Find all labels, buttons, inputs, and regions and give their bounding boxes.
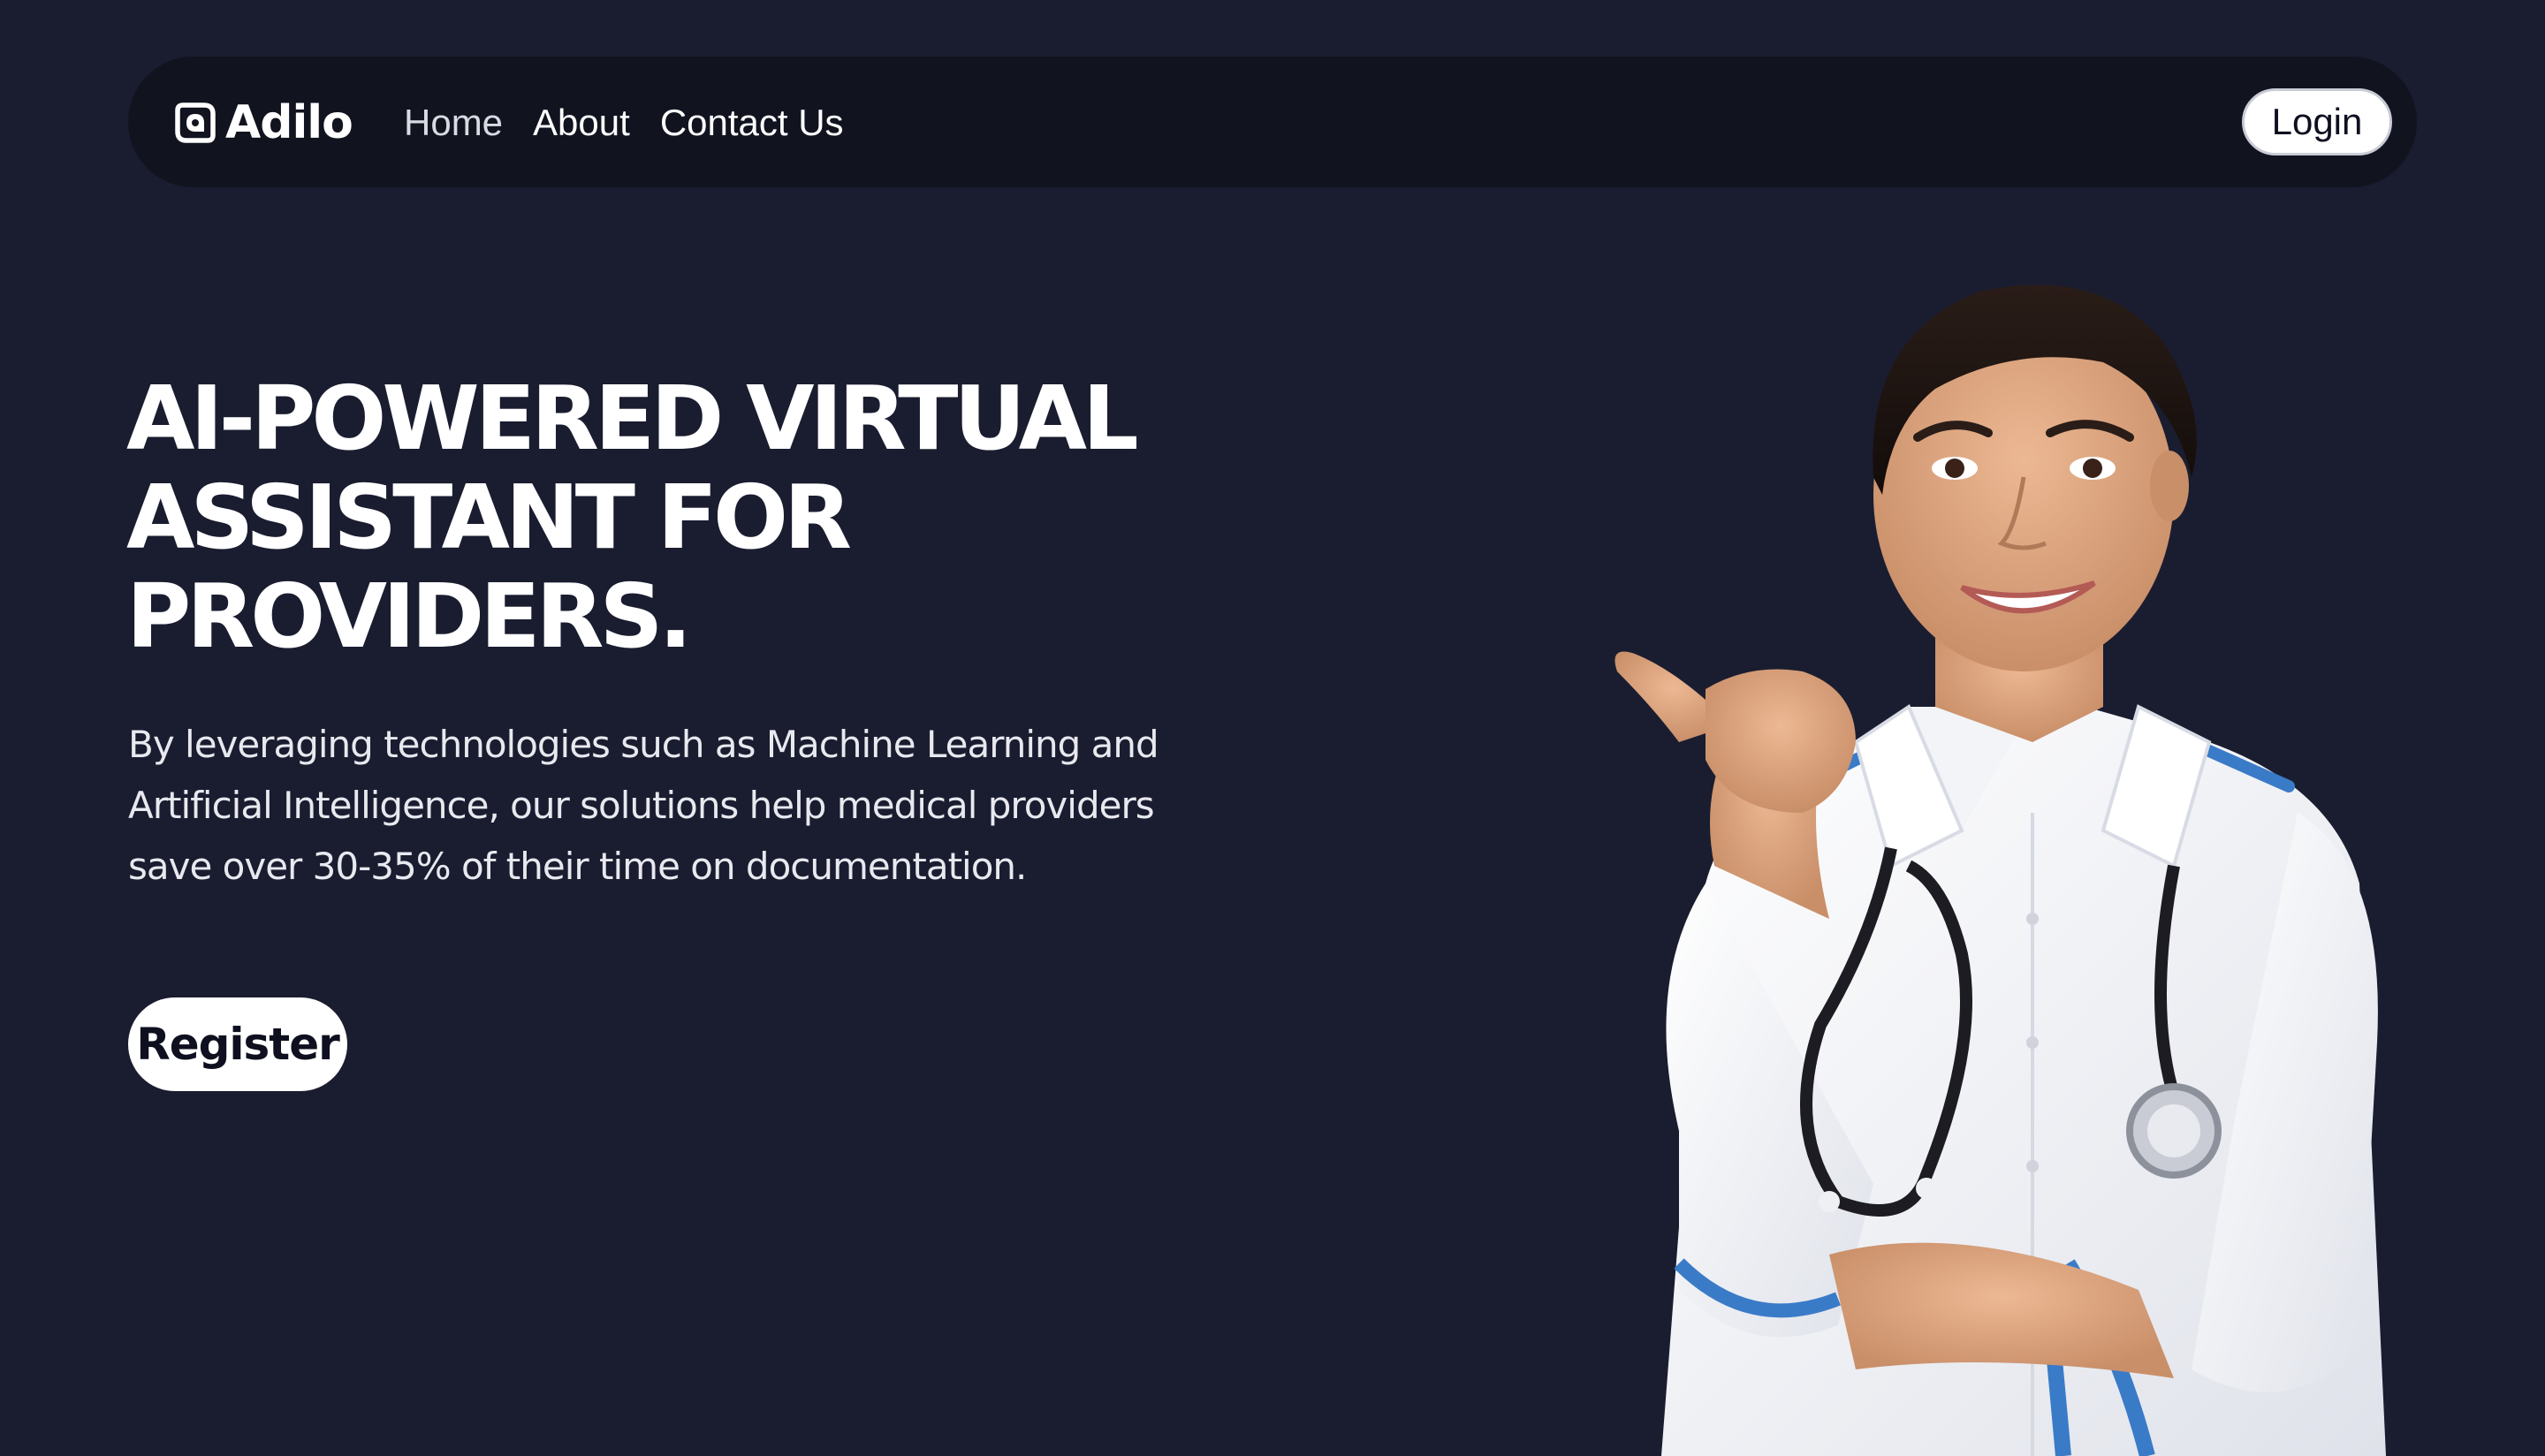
top-navbar: Adilo Home About Contact Us Login [128,57,2417,187]
brand-name: Adilo [225,96,353,149]
nurse-hero-image [1614,284,2386,1456]
login-button[interactable]: Login [2242,88,2392,155]
logo-icon [175,102,216,143]
nav-link-home[interactable]: Home [404,102,503,144]
hero-description: By leveraging technologies such as Machi… [128,723,1159,888]
nav-links: Home About Contact Us [404,99,874,147]
brand-logo[interactable]: Adilo [174,96,353,149]
nav-link-contact[interactable]: Contact Us [660,102,844,144]
hero-title: AI-POWERED VIRTUAL ASSISTANT FOR PROVIDE… [126,367,1139,668]
nav-link-about[interactable]: About [533,102,630,144]
register-button[interactable]: Register [128,997,347,1091]
